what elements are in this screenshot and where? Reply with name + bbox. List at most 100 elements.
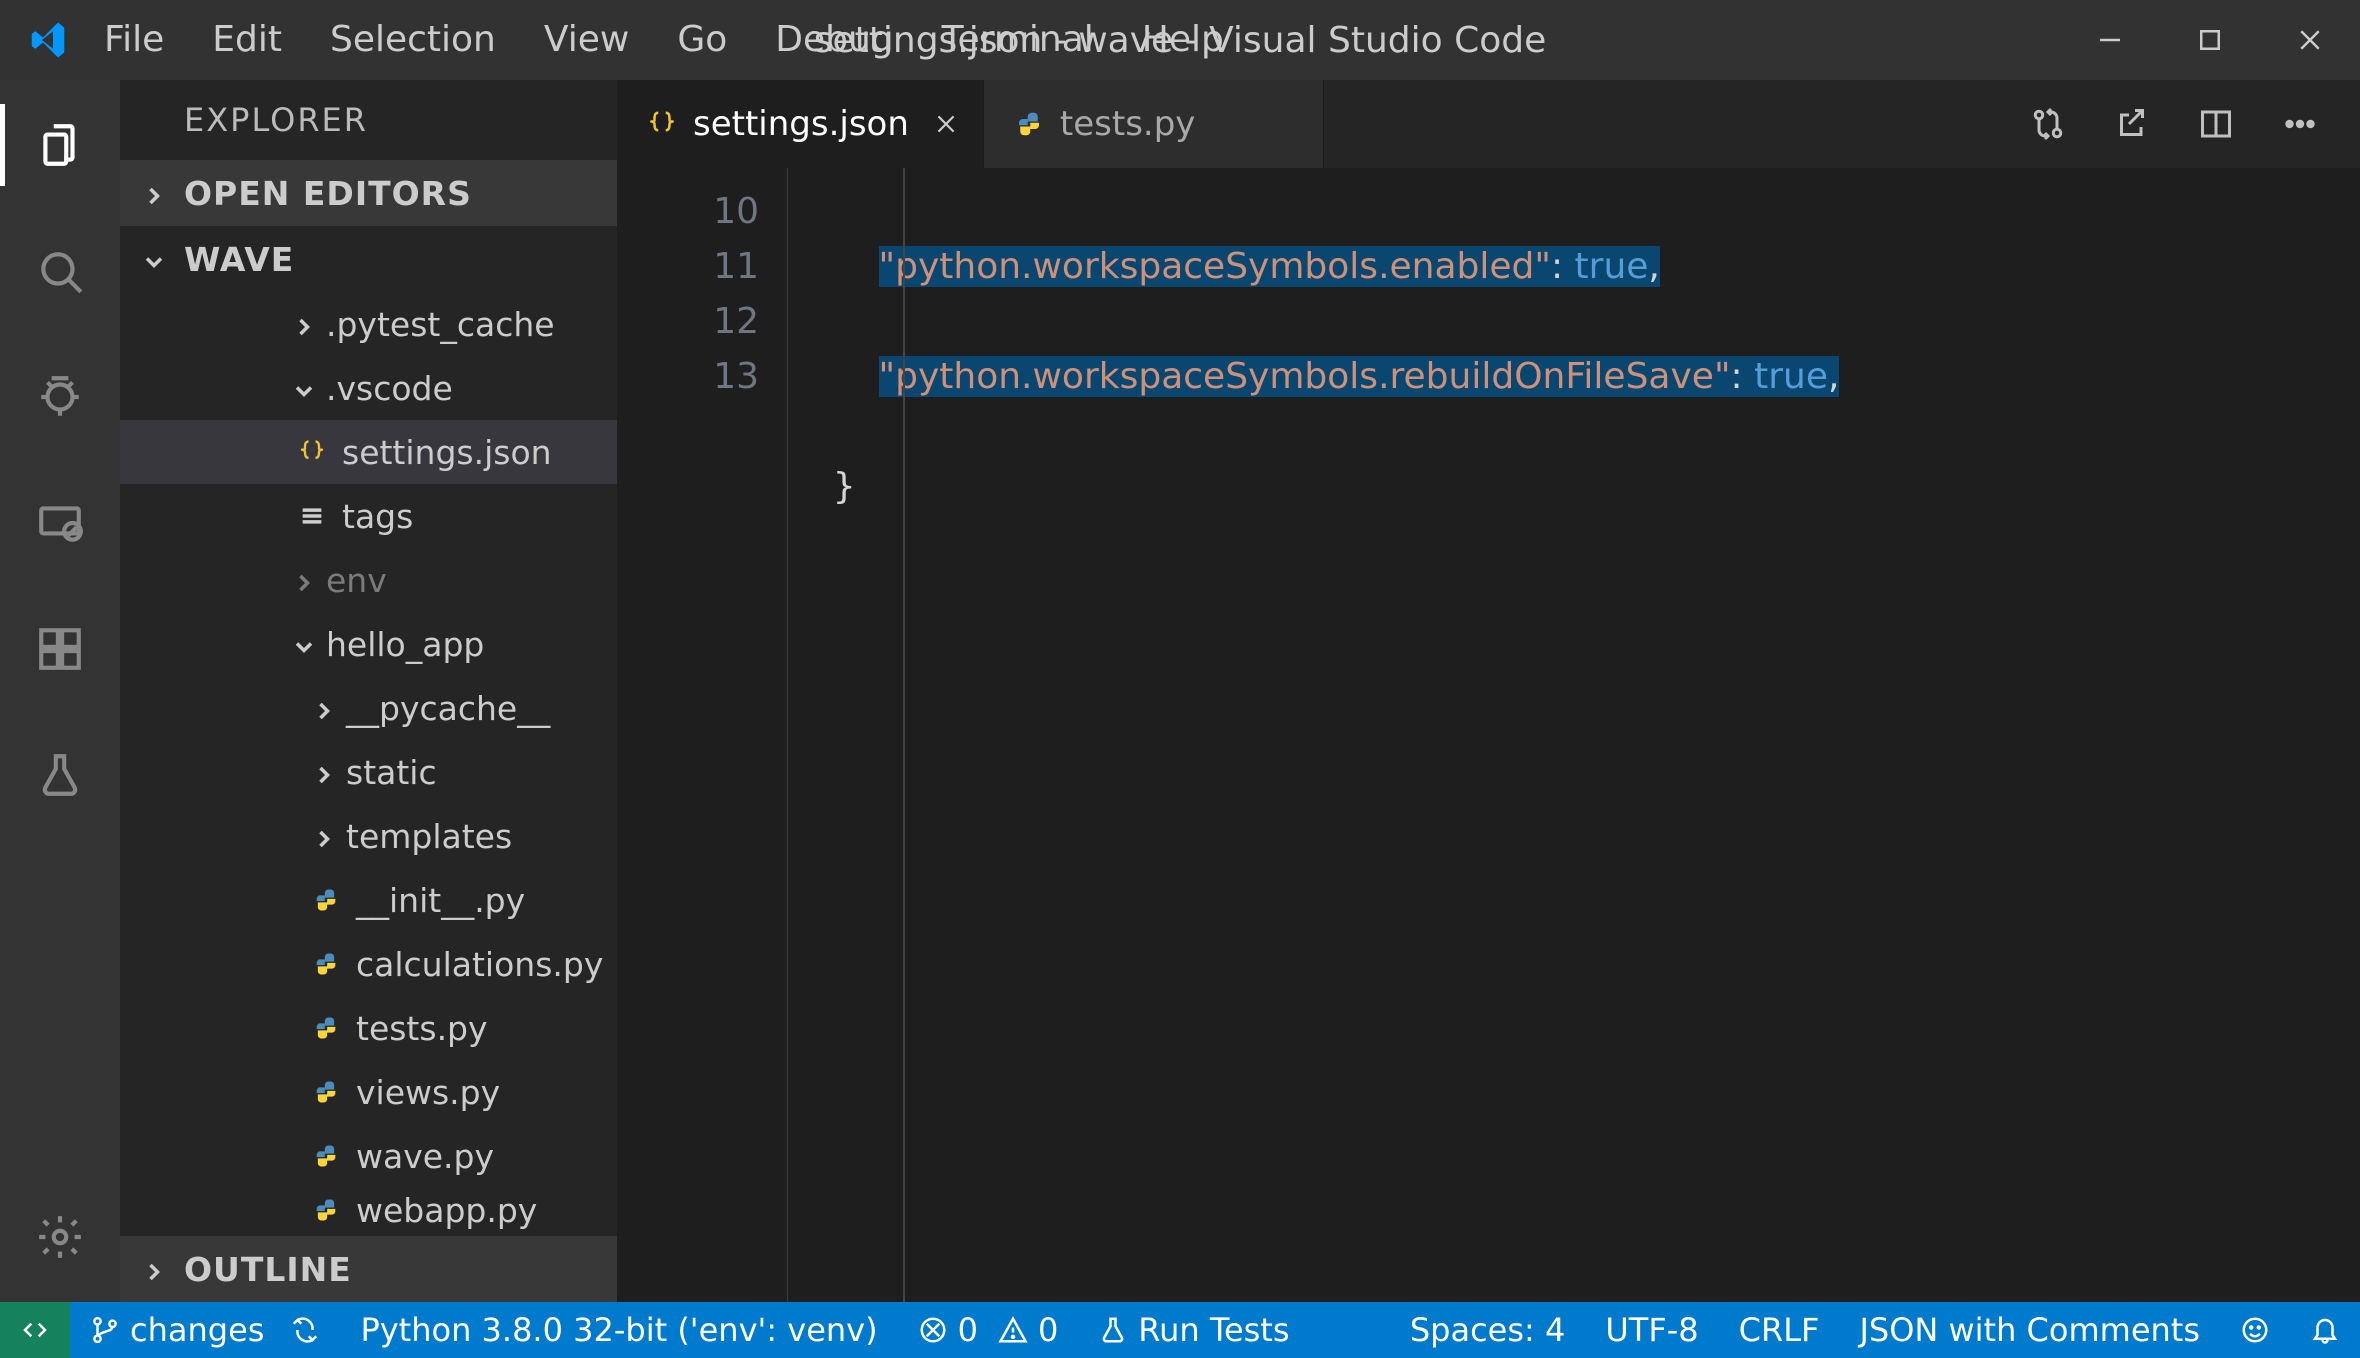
activity-extensions[interactable]: [20, 604, 100, 694]
folder-label: .pytest_cache: [326, 305, 555, 344]
tab-label: settings.json: [693, 104, 909, 144]
activity-debug[interactable]: [20, 352, 100, 442]
split-editor-icon[interactable]: [2196, 104, 2236, 144]
line-number: 12: [617, 294, 759, 349]
code-line[interactable]: "python.workspaceSymbols.enabled": true,: [787, 239, 1839, 294]
workspace-section[interactable]: WAVE: [120, 226, 617, 292]
folder-label: env: [326, 561, 387, 600]
indentation[interactable]: Spaces: 4: [1390, 1302, 1586, 1358]
git-branch[interactable]: changes: [70, 1302, 284, 1358]
folder-label: static: [346, 753, 437, 792]
problems[interactable]: 0 0: [898, 1302, 1079, 1358]
file-calculations-py[interactable]: calculations.py: [120, 932, 617, 996]
open-changes-icon[interactable]: [2112, 104, 2152, 144]
python-file-icon: [310, 948, 342, 980]
line-number: 11: [617, 239, 759, 294]
folder-static[interactable]: static: [120, 740, 617, 804]
tab-tests-py[interactable]: tests.py: [984, 80, 1324, 168]
eol[interactable]: CRLF: [1719, 1302, 1840, 1358]
outline-section[interactable]: OUTLINE: [120, 1236, 617, 1302]
code-content[interactable]: "python.workspaceSymbols.enabled": true,…: [787, 168, 1839, 1302]
folder-templates[interactable]: templates: [120, 804, 617, 868]
close-icon[interactable]: [933, 111, 959, 137]
file-views-py[interactable]: views.py: [120, 1060, 617, 1124]
editor-body[interactable]: 10 11 12 13 "python.workspaceSymbols.ena…: [617, 168, 2360, 1302]
editor-area: settings.json tests.py 10 11 12 13 "pyth…: [617, 80, 2360, 1302]
file-init-py[interactable]: __init__.py: [120, 868, 617, 932]
menu-file[interactable]: File: [82, 17, 186, 64]
folder-pycache[interactable]: __pycache__: [120, 676, 617, 740]
minimize-button[interactable]: [2060, 0, 2160, 80]
file-webapp-py[interactable]: webapp.py: [120, 1188, 617, 1232]
notifications-icon[interactable]: [2290, 1302, 2360, 1358]
tab-settings-json[interactable]: settings.json: [617, 80, 984, 168]
activity-bar: [0, 80, 120, 1302]
line-number: 13: [617, 349, 759, 404]
activity-remote[interactable]: [20, 478, 100, 568]
vscode-logo-icon: [28, 20, 68, 60]
chevron-right-icon: [310, 822, 338, 850]
chevron-right-icon: [310, 758, 338, 786]
folder-label: templates: [346, 817, 512, 856]
run-tests[interactable]: Run Tests: [1078, 1302, 1309, 1358]
activity-settings[interactable]: [20, 1192, 100, 1282]
encoding[interactable]: UTF-8: [1585, 1302, 1718, 1358]
activity-explorer[interactable]: [20, 100, 100, 190]
git-sync[interactable]: [284, 1302, 340, 1358]
compare-changes-icon[interactable]: [2028, 104, 2068, 144]
file-settings-json[interactable]: settings.json: [120, 420, 617, 484]
file-tree: .pytest_cache .vscode settings.json tags…: [120, 292, 617, 1236]
maximize-button[interactable]: [2160, 0, 2260, 80]
feedback-icon[interactable]: [2220, 1302, 2290, 1358]
file-label: tests.py: [356, 1009, 488, 1048]
workspace-label: WAVE: [184, 240, 294, 279]
activity-test[interactable]: [20, 730, 100, 820]
file-tests-py[interactable]: tests.py: [120, 996, 617, 1060]
warnings-count: 0: [1038, 1311, 1058, 1349]
branch-name: changes: [130, 1311, 264, 1349]
file-label: webapp.py: [356, 1191, 537, 1230]
line-number: 10: [617, 184, 759, 239]
sidebar: EXPLORER OPEN EDITORS WAVE .pytest_cache…: [120, 80, 617, 1302]
python-file-icon: [1014, 109, 1044, 139]
file-label: views.py: [356, 1073, 500, 1112]
menu-edit[interactable]: Edit: [190, 17, 304, 64]
chevron-right-icon: [290, 310, 318, 338]
folder-pytest-cache[interactable]: .pytest_cache: [120, 292, 617, 356]
remote-indicator[interactable]: [0, 1302, 70, 1358]
activity-search[interactable]: [20, 226, 100, 316]
tab-bar: settings.json tests.py: [617, 80, 2360, 168]
json-file-icon: [296, 436, 328, 468]
folder-env[interactable]: env: [120, 548, 617, 612]
more-actions-icon[interactable]: [2280, 104, 2320, 144]
python-file-icon: [310, 1140, 342, 1172]
interpreter-label: Python 3.8.0 32-bit ('env': venv): [360, 1311, 877, 1349]
gutter-border: [787, 168, 788, 1302]
status-right: Spaces: 4 UTF-8 CRLF JSON with Comments: [1390, 1302, 2360, 1358]
open-editors-label: OPEN EDITORS: [184, 174, 472, 213]
folder-vscode[interactable]: .vscode: [120, 356, 617, 420]
file-label: wave.py: [356, 1137, 494, 1176]
python-interpreter[interactable]: Python 3.8.0 32-bit ('env': venv): [340, 1302, 897, 1358]
explorer-title: EXPLORER: [120, 80, 617, 160]
folder-label: __pycache__: [346, 689, 550, 728]
menu-selection[interactable]: Selection: [308, 17, 518, 64]
chevron-right-icon: [140, 179, 168, 207]
menu-view[interactable]: View: [522, 17, 651, 64]
status-bar: changes Python 3.8.0 32-bit ('env': venv…: [0, 1302, 2360, 1358]
open-editors-section[interactable]: OPEN EDITORS: [120, 160, 617, 226]
close-button[interactable]: [2260, 0, 2360, 80]
file-wave-py[interactable]: wave.py: [120, 1124, 617, 1188]
python-file-icon: [310, 1076, 342, 1108]
folder-hello-app[interactable]: hello_app: [120, 612, 617, 676]
outline-label: OUTLINE: [184, 1250, 352, 1289]
language-mode[interactable]: JSON with Comments: [1839, 1302, 2220, 1358]
code-line[interactable]: }: [787, 459, 1839, 514]
file-tags[interactable]: tags: [120, 484, 617, 548]
editor-actions: [2028, 80, 2360, 168]
chevron-down-icon: [140, 245, 168, 273]
window-controls: [2060, 0, 2360, 80]
python-file-icon: [310, 884, 342, 916]
code-line[interactable]: "python.workspaceSymbols.rebuildOnFileSa…: [787, 349, 1839, 404]
menu-go[interactable]: Go: [655, 17, 749, 64]
